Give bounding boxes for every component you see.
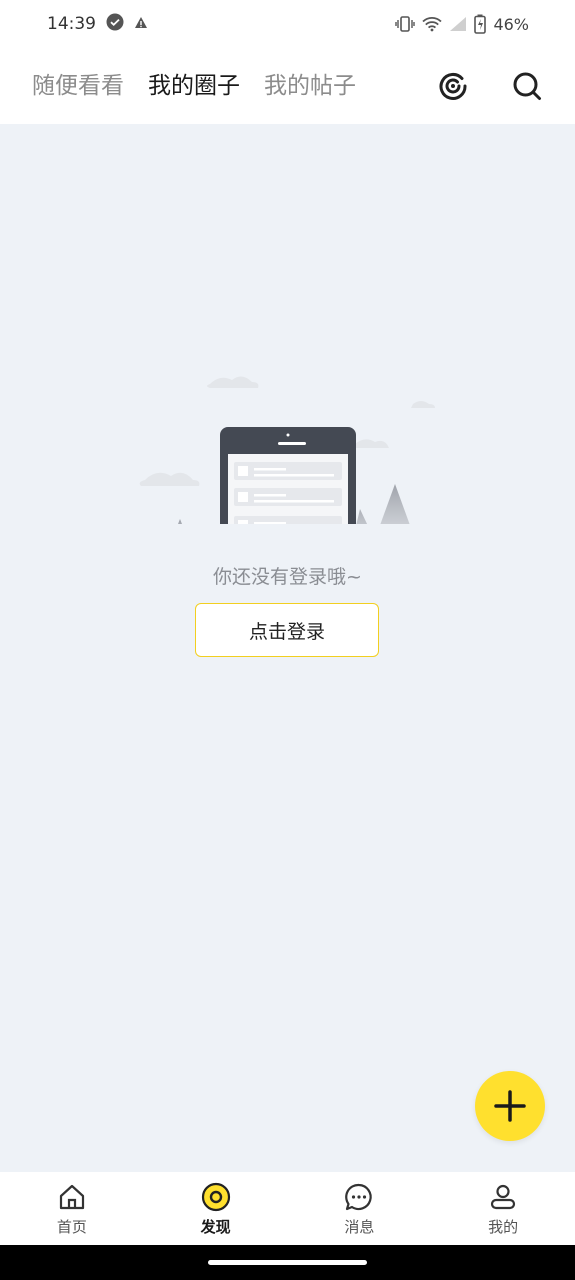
create-post-button[interactable] — [475, 1071, 545, 1141]
tab-label: 随便看看 — [32, 72, 124, 99]
empty-state-message: 你还没有登录哦~ — [213, 566, 362, 588]
tab-random[interactable]: 随便看看 — [32, 72, 124, 99]
battery-percent: 46% — [493, 14, 529, 34]
tab-label: 我的圈子 — [148, 72, 240, 99]
plus-icon — [494, 1090, 526, 1122]
nav-home[interactable]: 首页 — [0, 1172, 144, 1245]
checkin-icon[interactable] — [437, 70, 469, 102]
message-icon — [344, 1182, 374, 1212]
nav-label: 消息 — [344, 1218, 375, 1236]
alert-icon — [134, 15, 148, 34]
empty-state-illustration — [100, 244, 475, 645]
nav-discover[interactable]: 发现 — [144, 1172, 288, 1245]
bottom-nav: 首页 发现 消息 我的 — [0, 1172, 575, 1245]
system-nav-bar — [0, 1245, 575, 1280]
nav-label: 首页 — [56, 1218, 87, 1236]
signal-icon — [449, 16, 467, 32]
vibrate-icon — [395, 16, 416, 32]
tab-my-circles[interactable]: 我的圈子 — [146, 72, 242, 107]
wifi-icon — [422, 16, 443, 32]
status-bar: 14:39 46% — [0, 0, 575, 48]
main-content: 你还没有登录哦~ 点击登录 — [0, 124, 575, 1172]
login-button[interactable]: 点击登录 — [195, 603, 379, 657]
nav-messages[interactable]: 消息 — [288, 1172, 432, 1245]
nav-label: 我的 — [488, 1218, 519, 1236]
battery-icon — [474, 14, 487, 34]
search-icon[interactable] — [511, 70, 543, 102]
discover-icon — [201, 1182, 231, 1212]
nav-label: 发现 — [200, 1218, 231, 1236]
home-indicator[interactable] — [208, 1260, 367, 1265]
top-tab-bar: 随便看看 我的圈子 我的帖子 — [0, 48, 575, 124]
check-circle-icon — [106, 13, 124, 35]
status-time: 14:39 — [47, 14, 96, 34]
tab-label: 我的帖子 — [264, 72, 356, 99]
home-icon — [57, 1182, 87, 1212]
nav-profile[interactable]: 我的 — [431, 1172, 575, 1245]
tab-my-posts[interactable]: 我的帖子 — [264, 72, 356, 99]
profile-icon — [488, 1182, 518, 1212]
